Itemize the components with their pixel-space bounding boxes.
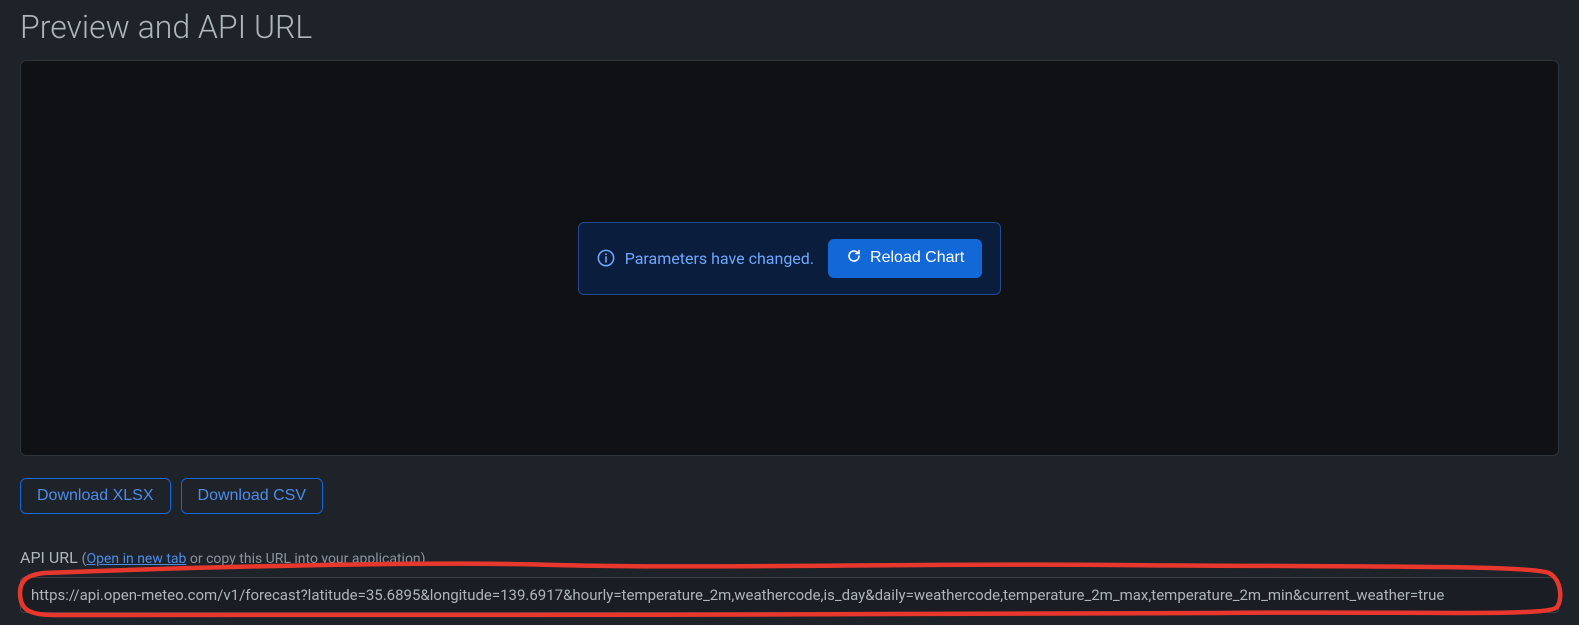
api-url-label-row: API URL (Open in new tab or copy this UR… (20, 548, 1559, 567)
info-icon (597, 249, 615, 267)
chart-preview-area: Parameters have changed. Reload Chart (20, 60, 1559, 456)
api-url-label: API URL (20, 548, 78, 567)
api-url-input[interactable] (20, 577, 1559, 613)
download-buttons-row: Download XLSX Download CSV (20, 478, 1559, 514)
reload-button-label: Reload Chart (870, 249, 964, 267)
parameters-changed-alert: Parameters have changed. Reload Chart (578, 222, 1002, 295)
page-title: Preview and API URL (20, 0, 1559, 60)
api-url-field-wrapper (20, 577, 1559, 613)
alert-message-text: Parameters have changed. (625, 249, 814, 268)
api-url-hint-suffix: or copy this URL into your application) (186, 551, 425, 567)
reload-chart-button[interactable]: Reload Chart (828, 239, 982, 278)
reload-icon (846, 248, 862, 269)
download-csv-button[interactable]: Download CSV (181, 478, 324, 514)
download-xlsx-button[interactable]: Download XLSX (20, 478, 171, 514)
alert-message: Parameters have changed. (597, 249, 814, 268)
api-url-hint: (Open in new tab or copy this URL into y… (82, 551, 426, 567)
open-in-new-tab-link[interactable]: Open in new tab (86, 551, 186, 567)
